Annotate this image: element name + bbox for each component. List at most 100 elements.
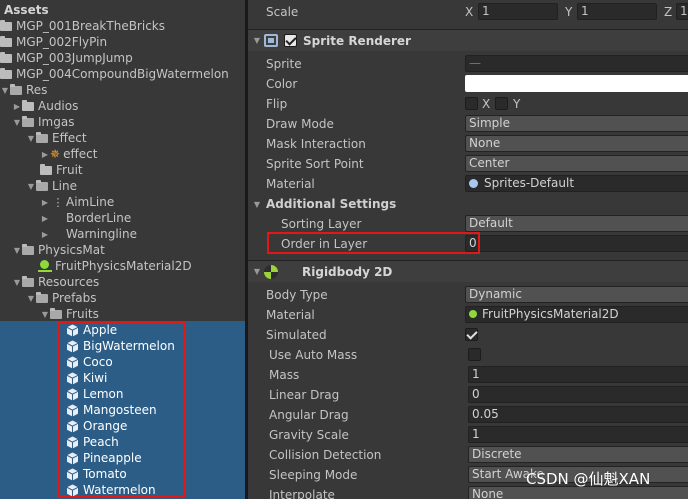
expand-arrow-icon[interactable]: ▼ bbox=[26, 130, 36, 146]
color-swatch[interactable] bbox=[465, 75, 688, 92]
expand-arrow-icon[interactable]: ▼ bbox=[252, 196, 262, 212]
collision-detection-dropdown[interactable]: Discrete bbox=[468, 446, 688, 463]
tree-item-aimline[interactable]: ▶ ⋮ AimLine bbox=[40, 194, 245, 210]
scale-x-axis-label: X bbox=[465, 5, 474, 19]
mask-interaction-dropdown[interactable]: None bbox=[465, 135, 688, 152]
tree-item-warningline[interactable]: ▶ Warningline bbox=[40, 226, 245, 242]
tree-item-prefabs[interactable]: ▼ Prefabs bbox=[26, 290, 245, 306]
tree-item-imgas[interactable]: ▼ Imgas bbox=[12, 114, 245, 130]
folder-open-icon bbox=[22, 243, 34, 255]
expand-arrow-icon[interactable]: ▼ bbox=[0, 82, 10, 98]
simulated-checkbox[interactable] bbox=[465, 328, 478, 341]
sprite-renderer-enabled-checkbox[interactable] bbox=[284, 34, 297, 47]
additional-settings-row[interactable]: ▼ Additional Settings bbox=[248, 194, 688, 214]
folder-icon bbox=[0, 35, 12, 47]
expand-arrow-icon[interactable]: ▼ bbox=[12, 274, 22, 290]
angular-drag-row: Angular Drag 0.05 bbox=[248, 405, 688, 425]
tree-item-audios[interactable]: ▶ Audios bbox=[12, 98, 245, 114]
project-panel: Assets MGP_001BreakTheBricks MGP_002FlyP… bbox=[0, 0, 245, 499]
folder-open-icon bbox=[36, 291, 48, 303]
expand-arrow-icon[interactable]: ▼ bbox=[252, 33, 262, 49]
body-type-dropdown[interactable]: Dynamic bbox=[465, 286, 688, 303]
draw-mode-label: Draw Mode bbox=[266, 117, 334, 131]
expand-arrow-icon[interactable]: ▼ bbox=[26, 178, 36, 194]
tree-item-effect-asset[interactable]: ▶ ✵ effect bbox=[40, 146, 245, 162]
sprite-label: Sprite bbox=[266, 57, 302, 71]
use-auto-mass-checkbox[interactable] bbox=[468, 348, 481, 361]
expand-arrow-icon[interactable]: ▼ bbox=[12, 114, 22, 130]
scale-z-field[interactable]: 1 bbox=[676, 3, 688, 20]
tree-item-mgp001[interactable]: MGP_001BreakTheBricks bbox=[0, 18, 245, 34]
folder-icon bbox=[0, 67, 12, 79]
collapse-arrow-icon[interactable]: ▶ bbox=[40, 226, 50, 242]
folder-open-icon bbox=[22, 275, 34, 287]
physics-material-icon bbox=[38, 259, 52, 273]
tree-item-fruits[interactable]: ▼ Fruits bbox=[40, 306, 245, 322]
sprite-renderer-icon bbox=[264, 34, 278, 47]
mass-field[interactable]: 1 bbox=[468, 366, 688, 383]
scale-y-field[interactable]: 1 bbox=[577, 3, 657, 20]
sprite-renderer-title: Sprite Renderer bbox=[303, 33, 411, 48]
particle-effect-icon: ✵ bbox=[50, 147, 61, 161]
tree-item-resources[interactable]: ▼ Resources bbox=[12, 274, 245, 290]
tree-item-res[interactable]: ▼ Res bbox=[0, 82, 245, 98]
flip-x-checkbox[interactable] bbox=[465, 97, 478, 110]
color-row: Color bbox=[248, 74, 688, 94]
linear-drag-field[interactable]: 0 bbox=[468, 386, 688, 403]
order-in-layer-field[interactable]: 0 bbox=[465, 235, 688, 252]
rb-material-field[interactable]: FruitPhysicsMaterial2D bbox=[465, 306, 688, 323]
draw-mode-dropdown[interactable]: Simple bbox=[465, 115, 688, 132]
expand-arrow-icon[interactable]: ▼ bbox=[26, 290, 36, 306]
angular-drag-label: Angular Drag bbox=[269, 408, 349, 422]
angular-drag-field[interactable]: 0.05 bbox=[468, 406, 688, 423]
expand-arrow-icon[interactable]: ▼ bbox=[40, 306, 50, 322]
sprite-sort-point-dropdown[interactable]: Center bbox=[465, 155, 688, 172]
collapse-arrow-icon[interactable]: ▶ bbox=[40, 146, 50, 162]
scale-x-field[interactable]: 1 bbox=[478, 3, 558, 20]
sorting-layer-row: Sorting Layer Default bbox=[248, 214, 688, 234]
rb-material-label: Material bbox=[266, 308, 315, 322]
tree-item-mgp002[interactable]: MGP_002FlyPin bbox=[0, 34, 245, 50]
sorting-layer-dropdown[interactable]: Default bbox=[465, 215, 688, 232]
material-field[interactable]: Sprites-Default bbox=[465, 175, 688, 192]
mass-label: Mass bbox=[269, 368, 300, 382]
tree-item-physicsmat[interactable]: ▼ PhysicsMat bbox=[12, 242, 245, 258]
interpolate-label: Interpolate bbox=[269, 488, 335, 499]
tree-item-effect-folder[interactable]: ▼ Effect bbox=[26, 130, 245, 146]
sprite-renderer-header[interactable]: ▼ Sprite Renderer bbox=[248, 29, 688, 51]
gravity-scale-field[interactable]: 1 bbox=[468, 426, 688, 443]
use-auto-mass-label: Use Auto Mass bbox=[269, 348, 358, 362]
collapse-arrow-icon[interactable]: ▶ bbox=[40, 194, 50, 210]
scale-z-axis-label: Z bbox=[664, 5, 673, 19]
watermark: CSDN @仙魁XAN bbox=[526, 470, 651, 488]
collapse-arrow-icon[interactable]: ▶ bbox=[40, 210, 50, 226]
expand-arrow-icon[interactable]: ▼ bbox=[252, 264, 262, 280]
folder-open-icon bbox=[10, 83, 22, 95]
physics-material-icon bbox=[469, 310, 477, 318]
sprite-sort-point-row: Sprite Sort Point Center bbox=[248, 154, 688, 174]
tree-item-borderline[interactable]: ▶ BorderLine bbox=[40, 210, 245, 226]
tree-item-fruitphysicsmaterial[interactable]: FruitPhysicsMaterial2D bbox=[38, 258, 245, 274]
fruits-highlight-box bbox=[57, 322, 186, 498]
flip-label: Flip bbox=[266, 97, 288, 111]
assets-header[interactable]: Assets bbox=[4, 2, 245, 18]
sleeping-mode-label: Sleeping Mode bbox=[269, 468, 358, 482]
rigidbody2d-icon bbox=[264, 264, 278, 279]
sprite-row: Sprite — bbox=[248, 54, 688, 74]
gravity-scale-label: Gravity Scale bbox=[269, 428, 349, 442]
body-type-row: Body Type Dynamic bbox=[248, 285, 688, 305]
flip-y-label: Y bbox=[513, 97, 521, 111]
dotted-line-icon: ⋮ bbox=[52, 195, 64, 209]
flip-y-checkbox[interactable] bbox=[495, 97, 508, 110]
draw-mode-row: Draw Mode Simple bbox=[248, 114, 688, 134]
tree-item-mgp003[interactable]: MGP_003JumpJump bbox=[0, 50, 245, 66]
tree-item-fruit[interactable]: Fruit bbox=[40, 162, 245, 178]
linear-drag-label: Linear Drag bbox=[269, 388, 340, 402]
rigidbody2d-header[interactable]: ▼ Rigidbody 2D bbox=[248, 260, 688, 282]
sprite-field[interactable]: — bbox=[465, 55, 688, 72]
collapse-arrow-icon[interactable]: ▶ bbox=[12, 98, 22, 114]
tree-item-mgp004[interactable]: MGP_004CompoundBigWatermelon bbox=[0, 66, 245, 82]
tree-item-line[interactable]: ▼ Line bbox=[26, 178, 245, 194]
mass-row: Mass 1 bbox=[248, 365, 688, 385]
expand-arrow-icon[interactable]: ▼ bbox=[12, 242, 22, 258]
